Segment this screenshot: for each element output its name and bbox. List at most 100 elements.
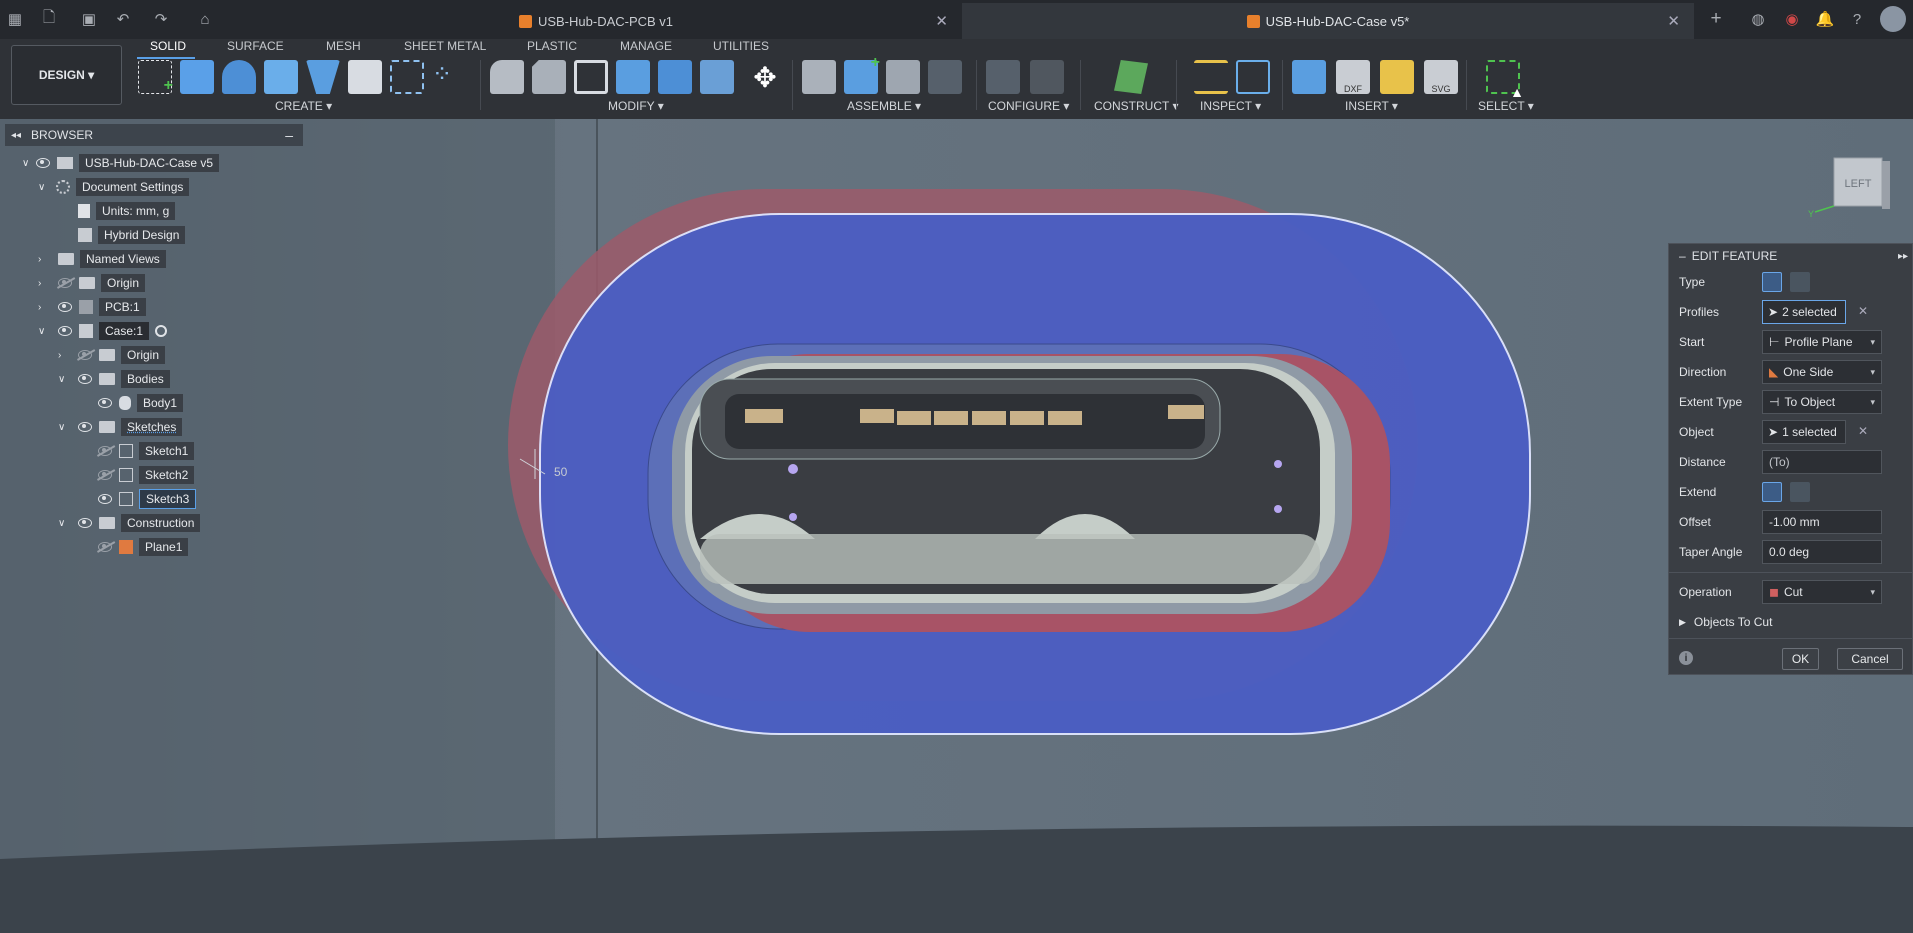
- tree-item-construction[interactable]: ∨ Construction: [58, 513, 200, 533]
- circular-pattern-icon[interactable]: ⁘: [432, 60, 466, 94]
- workspace-switcher-button[interactable]: DESIGN ▾: [11, 45, 122, 105]
- inspect-menu[interactable]: INSPECT ▾: [1200, 99, 1261, 113]
- rectangular-pattern-icon[interactable]: [390, 60, 424, 94]
- browser-header[interactable]: ◂◂ BROWSER –: [5, 124, 303, 146]
- tree-root[interactable]: ∨ USB-Hub-DAC-Case v5: [22, 153, 219, 173]
- dimension-label[interactable]: 50: [554, 465, 568, 479]
- direction-dropdown[interactable]: ◣ One Side ▾: [1762, 360, 1882, 384]
- minimize-browser-icon[interactable]: –: [285, 127, 293, 143]
- app-grid-icon[interactable]: ▦: [4, 8, 26, 30]
- tree-item-case-origin[interactable]: › Origin: [58, 345, 165, 365]
- tab-utilities[interactable]: UTILITIES: [713, 39, 769, 53]
- tab-usb-hub-dac-pcb[interactable]: USB-Hub-DAC-PCB v1 ✕: [230, 3, 962, 39]
- interference-icon[interactable]: [1236, 60, 1270, 94]
- tab-usb-hub-dac-case[interactable]: USB-Hub-DAC-Case v5* ✕: [962, 3, 1694, 39]
- hidden-eye-icon[interactable]: [78, 350, 92, 360]
- tree-item-hybrid-design[interactable]: Hybrid Design: [78, 225, 185, 245]
- tab-solid[interactable]: SOLID: [150, 39, 186, 53]
- job-status-icon[interactable]: ◉: [1781, 8, 1803, 30]
- new-component-icon[interactable]: [802, 60, 836, 94]
- press-pull-icon[interactable]: [490, 60, 524, 94]
- tree-item-plane1[interactable]: Plane1: [98, 537, 188, 557]
- fillet-icon[interactable]: [532, 60, 566, 94]
- extend-option-flush-icon[interactable]: [1790, 482, 1810, 502]
- hidden-eye-icon[interactable]: [58, 278, 72, 288]
- tree-item-named-views[interactable]: › Named Views: [38, 249, 166, 269]
- insert-image-icon[interactable]: [1292, 60, 1326, 94]
- extrude-type-solid-icon[interactable]: [1762, 272, 1782, 292]
- configure-menu[interactable]: CONFIGURE ▾: [988, 99, 1069, 113]
- objects-to-cut-toggle[interactable]: ▶ Objects To Cut: [1679, 610, 1772, 634]
- notifications-bell-icon[interactable]: 🔔: [1814, 8, 1836, 30]
- tree-item-document-settings[interactable]: ∨ Document Settings: [38, 177, 189, 197]
- tree-item-case[interactable]: ∨ Case:1: [38, 321, 167, 341]
- tree-item-origin[interactable]: › Origin: [38, 273, 145, 293]
- tab-mesh[interactable]: MESH: [326, 39, 361, 53]
- user-avatar[interactable]: [1880, 6, 1906, 32]
- distance-field[interactable]: (To): [1762, 450, 1882, 474]
- visibility-eye-icon[interactable]: [36, 158, 50, 168]
- construct-menu[interactable]: CONSTRUCT ▾: [1094, 99, 1178, 113]
- tree-item-units[interactable]: Units: mm, g: [78, 201, 175, 221]
- sketch-point[interactable]: [788, 464, 798, 474]
- insert-menu[interactable]: INSERT ▾: [1345, 99, 1398, 113]
- tab-sheet-metal[interactable]: SHEET METAL: [404, 39, 486, 53]
- clear-object-icon[interactable]: ✕: [1858, 424, 1868, 438]
- file-menu-icon[interactable]: 🗋: [38, 8, 60, 30]
- hidden-eye-icon[interactable]: [98, 542, 112, 552]
- offset-field[interactable]: -1.00 mm: [1762, 510, 1882, 534]
- tab-surface[interactable]: SURFACE: [227, 39, 284, 53]
- object-selector[interactable]: ➤ 1 selected: [1762, 420, 1846, 444]
- profiles-selector[interactable]: ➤ 2 selected: [1762, 300, 1846, 324]
- joint-icon[interactable]: +: [844, 60, 878, 94]
- tree-item-bodies[interactable]: ∨ Bodies: [58, 369, 170, 389]
- tree-item-sketch1[interactable]: Sketch1: [98, 441, 194, 461]
- operation-dropdown[interactable]: ◼ Cut ▾: [1762, 580, 1882, 604]
- hole-icon[interactable]: [348, 60, 382, 94]
- start-dropdown[interactable]: ⊢ Profile Plane ▾: [1762, 330, 1882, 354]
- tree-item-sketch2[interactable]: Sketch2: [98, 465, 194, 485]
- visibility-eye-icon[interactable]: [58, 326, 72, 336]
- undo-icon[interactable]: ↶: [112, 8, 134, 30]
- as-built-joint-icon[interactable]: [886, 60, 920, 94]
- collapse-icon[interactable]: –: [1679, 249, 1686, 263]
- select-menu[interactable]: SELECT ▾: [1478, 99, 1534, 113]
- measure-icon[interactable]: [1194, 60, 1228, 94]
- collapse-browser-icon[interactable]: ◂◂: [11, 130, 21, 141]
- save-icon[interactable]: ▣: [78, 8, 100, 30]
- split-body-icon[interactable]: [700, 60, 734, 94]
- info-icon[interactable]: i: [1679, 651, 1693, 665]
- panel-header[interactable]: – EDIT FEATURE ▸▸: [1669, 244, 1913, 268]
- close-tab-icon[interactable]: ✕: [1667, 12, 1680, 30]
- home-icon[interactable]: ⌂: [194, 8, 216, 30]
- hidden-eye-icon[interactable]: [98, 470, 112, 480]
- redo-icon[interactable]: ↷: [150, 8, 172, 30]
- taper-angle-field[interactable]: 0.0 deg: [1762, 540, 1882, 564]
- tab-plastic[interactable]: PLASTIC: [527, 39, 577, 53]
- visibility-eye-icon[interactable]: [98, 398, 112, 408]
- new-tab-icon[interactable]: +: [1705, 8, 1727, 30]
- create-sketch-icon[interactable]: +: [138, 60, 172, 94]
- tree-item-sketch3[interactable]: Sketch3: [98, 489, 196, 509]
- extrude-type-thin-icon[interactable]: [1790, 272, 1810, 292]
- select-box-icon[interactable]: ▲: [1486, 60, 1520, 94]
- tree-item-pcb[interactable]: › PCB:1: [38, 297, 146, 317]
- offset-face-icon[interactable]: [658, 60, 692, 94]
- visibility-eye-icon[interactable]: [78, 374, 92, 384]
- configure-table-icon[interactable]: [986, 60, 1020, 94]
- help-icon[interactable]: ?: [1846, 8, 1868, 30]
- close-tab-icon[interactable]: ✕: [935, 12, 948, 30]
- motion-link-icon[interactable]: [928, 60, 962, 94]
- tree-item-body1[interactable]: Body1: [98, 393, 183, 413]
- cancel-button[interactable]: Cancel: [1837, 648, 1903, 670]
- canvas-viewport[interactable]: 50 LEFT Y: [0, 119, 1913, 933]
- shell-icon[interactable]: [574, 60, 608, 94]
- clear-profiles-icon[interactable]: ✕: [1858, 304, 1868, 318]
- visibility-eye-icon[interactable]: [98, 494, 112, 504]
- hidden-eye-icon[interactable]: [98, 446, 112, 456]
- extrude-icon[interactable]: [180, 60, 214, 94]
- visibility-eye-icon[interactable]: [78, 422, 92, 432]
- configure-rule-icon[interactable]: [1030, 60, 1064, 94]
- visibility-eye-icon[interactable]: [78, 518, 92, 528]
- modify-menu[interactable]: MODIFY ▾: [608, 99, 664, 113]
